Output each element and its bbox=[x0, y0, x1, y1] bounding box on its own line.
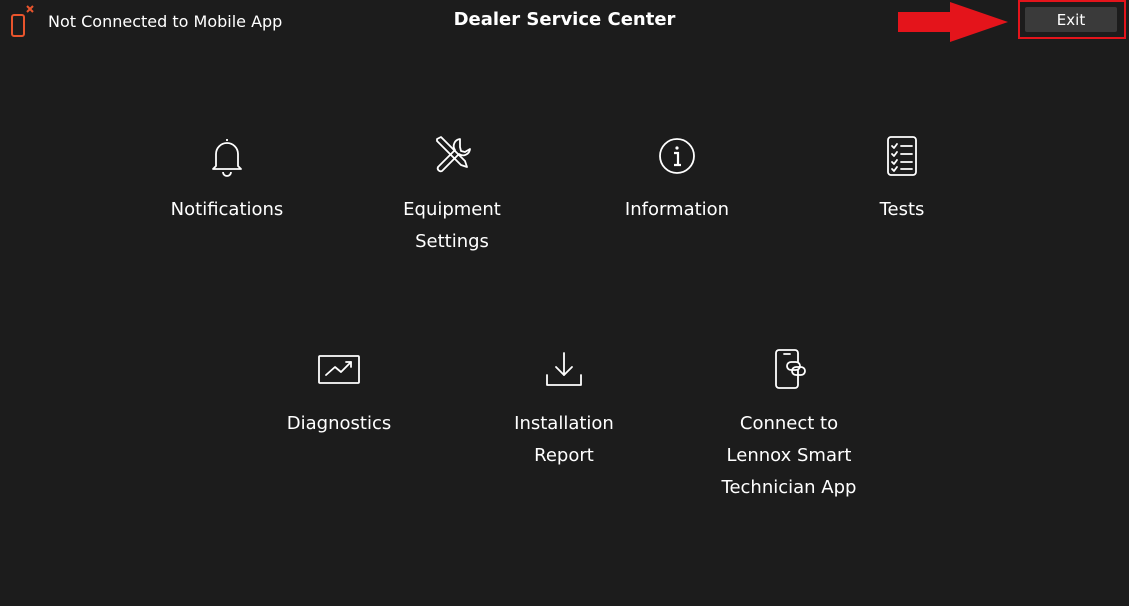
exit-button[interactable]: Exit bbox=[1025, 7, 1117, 32]
checklist-icon bbox=[887, 136, 917, 176]
menu-item-equipment-settings[interactable]: Equipment Settings bbox=[352, 134, 552, 258]
exit-highlight-frame: Exit bbox=[1018, 0, 1126, 39]
connection-status: Not Connected to Mobile App bbox=[10, 4, 282, 38]
menu-label: Tests bbox=[879, 199, 925, 220]
menu-label: Diagnostics bbox=[286, 413, 392, 434]
download-icon bbox=[546, 352, 582, 386]
menu-label: Notifications bbox=[170, 199, 284, 220]
menu-item-notifications[interactable]: Notifications bbox=[127, 134, 327, 226]
connection-status-text: Not Connected to Mobile App bbox=[48, 11, 283, 31]
annotation-arrow-icon bbox=[898, 2, 1008, 42]
menu-label: Connect to Lennox Smart Technician App bbox=[721, 413, 857, 498]
menu-item-tests[interactable]: Tests bbox=[802, 134, 1002, 226]
menu-item-connect-smart-technician[interactable]: Connect to Lennox Smart Technician App bbox=[689, 348, 889, 504]
menu-item-information[interactable]: Information bbox=[577, 134, 777, 226]
top-bar: Not Connected to Mobile App Dealer Servi… bbox=[0, 0, 1129, 44]
menu-item-installation-report[interactable]: Installation Report bbox=[464, 348, 664, 472]
bell-icon bbox=[212, 139, 242, 177]
menu-label: Equipment Settings bbox=[403, 199, 501, 252]
menu-label: Installation Report bbox=[514, 413, 614, 466]
phone-link-icon bbox=[775, 349, 806, 389]
tools-icon bbox=[436, 136, 471, 173]
menu-item-diagnostics[interactable]: Diagnostics bbox=[239, 348, 439, 440]
trend-chart-icon bbox=[318, 355, 360, 384]
info-icon bbox=[659, 138, 695, 174]
phone-disconnected-icon bbox=[11, 5, 34, 37]
menu-label: Information bbox=[624, 199, 730, 220]
